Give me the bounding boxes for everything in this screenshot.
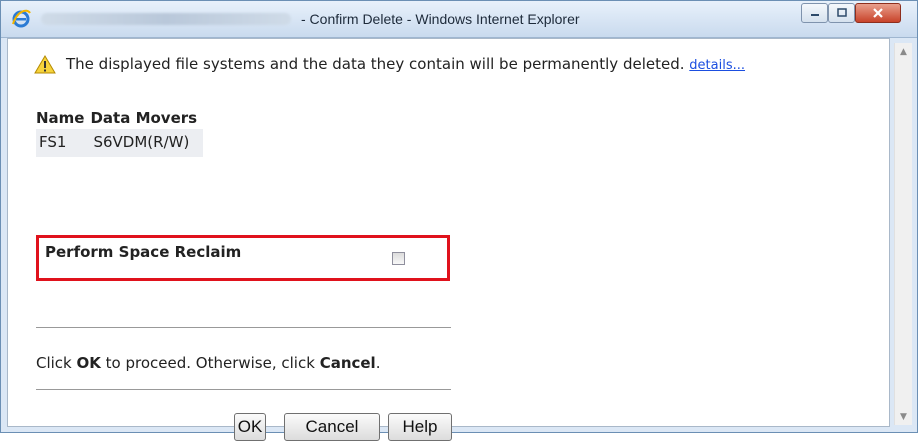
minimize-icon bbox=[810, 14, 819, 16]
title-bar[interactable]: - Confirm Delete - Windows Internet Expl… bbox=[1, 1, 917, 38]
minimize-button[interactable] bbox=[801, 3, 828, 23]
cell-name: FS1 bbox=[36, 129, 91, 157]
close-icon bbox=[873, 8, 883, 18]
maximize-button[interactable] bbox=[828, 3, 855, 23]
space-reclaim-label: Perform Space Reclaim bbox=[45, 243, 242, 261]
warning-text: The displayed file systems and the data … bbox=[66, 55, 685, 73]
maximize-icon bbox=[836, 8, 847, 17]
dialog-content: The displayed file systems and the data … bbox=[7, 38, 890, 441]
instruction-ok-word: OK bbox=[76, 354, 101, 372]
ie-window: - Confirm Delete - Windows Internet Expl… bbox=[0, 0, 918, 441]
column-header-data-movers: Data Movers bbox=[90, 109, 198, 127]
blurred-url bbox=[41, 13, 291, 25]
table-row: FS1 S6VDM(R/W) bbox=[36, 129, 204, 157]
space-reclaim-highlight: Perform Space Reclaim bbox=[36, 235, 450, 281]
space-reclaim-checkbox[interactable] bbox=[392, 252, 405, 265]
warning-message: The displayed file systems and the data … bbox=[66, 55, 745, 73]
instruction-part: to proceed. Otherwise, click bbox=[100, 354, 320, 372]
cancel-button[interactable]: Cancel bbox=[284, 413, 380, 441]
scroll-down-icon[interactable]: ▼ bbox=[895, 408, 912, 425]
close-button[interactable] bbox=[855, 3, 901, 23]
help-button[interactable]: Help bbox=[388, 413, 452, 441]
details-link[interactable]: details... bbox=[689, 58, 745, 73]
file-system-table: Name Data Movers FS1 S6VDM(R/W) bbox=[36, 109, 204, 157]
window-title: - Confirm Delete - Windows Internet Expl… bbox=[301, 11, 580, 27]
instruction-cancel-word: Cancel bbox=[319, 354, 376, 372]
internet-explorer-icon bbox=[12, 9, 31, 28]
instruction-text: Click OK to proceed. Otherwise, click Ca… bbox=[36, 354, 380, 372]
divider-top bbox=[36, 327, 451, 328]
ok-button[interactable]: OK bbox=[234, 413, 266, 441]
instruction-part: Click bbox=[36, 354, 77, 372]
cell-data-mover: S6VDM(R/W) bbox=[90, 129, 204, 157]
scroll-up-icon[interactable]: ▲ bbox=[895, 43, 912, 60]
column-header-name: Name bbox=[36, 109, 85, 127]
instruction-part: . bbox=[375, 354, 381, 372]
warning-icon bbox=[34, 55, 56, 74]
vertical-scrollbar[interactable]: ▲ ▼ bbox=[894, 43, 912, 425]
table-header-row: Name Data Movers bbox=[36, 109, 203, 129]
divider-bottom bbox=[36, 389, 451, 390]
